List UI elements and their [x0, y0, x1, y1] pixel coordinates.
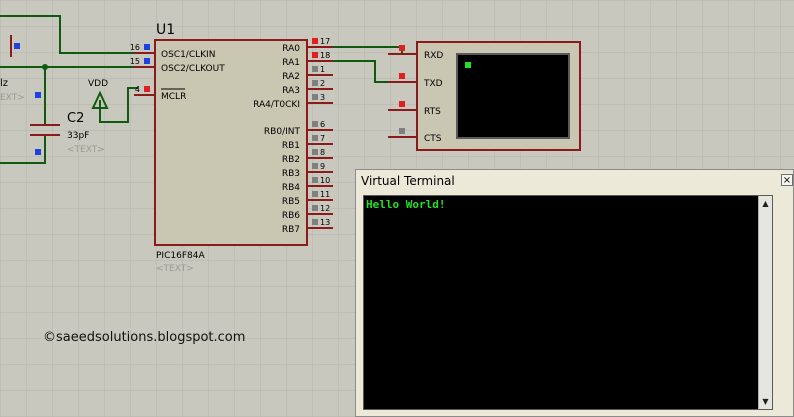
pin-number: 12 [320, 204, 330, 213]
pin-number: 16 [130, 43, 140, 52]
pin-state-marker [312, 191, 318, 197]
pin-name: RB7 [282, 225, 300, 235]
pin-state-marker [399, 101, 405, 107]
wire-junction [42, 64, 48, 70]
pin-marker [35, 92, 41, 98]
pin-number: 7 [320, 134, 325, 143]
pin-name: TXD [423, 79, 443, 89]
pin-name: RB0/INT [264, 127, 301, 137]
pin-number: 17 [320, 37, 330, 46]
capacitor-value: 33pF [67, 131, 89, 141]
mcu-part: PIC16F84A [156, 251, 205, 261]
pin-number: 18 [320, 51, 330, 60]
pin-state-marker [144, 86, 150, 92]
pin-name: RA2 [282, 72, 300, 82]
pin-number: 1 [320, 65, 325, 74]
pin-number: 4 [135, 85, 140, 94]
pin-state-marker [312, 135, 318, 141]
pin-state-marker [312, 38, 318, 44]
crystal-freq-fragment: lz [0, 78, 8, 89]
terminal-title: Virtual Terminal [361, 174, 455, 188]
vdd-label: VDD [88, 79, 108, 89]
pin-name: CTS [424, 134, 442, 144]
pin-state-marker [312, 219, 318, 225]
pin-state-marker [312, 163, 318, 169]
pin-marker [14, 43, 20, 49]
pin-marker [35, 149, 41, 155]
pin-name: RB4 [282, 183, 300, 193]
credit-text: ©saeedsolutions.blogspot.com [43, 330, 246, 345]
vertical-scrollbar[interactable]: ▲ ▼ [758, 196, 772, 409]
text-placeholder-fragment: EXT> [0, 93, 25, 103]
pin-name: OSC2/CLKOUT [161, 64, 225, 74]
pin-name: RB3 [282, 169, 300, 179]
pin-state-marker [399, 45, 405, 51]
pin-name: RXD [424, 51, 443, 61]
pin-state-marker [399, 73, 405, 79]
pin-state-marker [312, 52, 318, 58]
pin-name: RA0 [282, 44, 300, 54]
vt-component-screen [456, 53, 570, 139]
mcu-text-placeholder: <TEXT> [156, 264, 194, 274]
pin-name: RB1 [282, 141, 300, 151]
pin-name: OSC1/CLKIN [161, 50, 215, 60]
pin-name: MCLR [161, 92, 186, 102]
terminal-screen[interactable]: Hello World! ▲ ▼ [363, 195, 773, 410]
pin-state-marker [312, 80, 318, 86]
pin-number: 13 [320, 218, 330, 227]
pin-number: 11 [320, 190, 330, 199]
pin-state-marker [399, 128, 405, 134]
pin-state-marker [144, 44, 150, 50]
pin-number: 3 [320, 93, 325, 102]
pin-name: RTS [424, 107, 441, 117]
pin-name: RB2 [282, 155, 300, 165]
pin-name: RB6 [282, 211, 300, 221]
vt-cursor [465, 62, 471, 68]
mcu-ref: U1 [156, 22, 175, 38]
pin-name: RA4/T0CKI [253, 100, 300, 110]
pin-number: 6 [320, 120, 325, 129]
pin-name: RA3 [282, 86, 300, 96]
pin-state-marker [312, 149, 318, 155]
pin-number: 9 [320, 162, 325, 171]
pin-name: RA1 [282, 58, 300, 68]
terminal-output: Hello World! [366, 198, 446, 211]
pin-state-marker [312, 66, 318, 72]
capacitor-ref: C2 [67, 111, 84, 126]
pin-number: 8 [320, 148, 325, 157]
pin-state-marker [312, 94, 318, 100]
pin-name: RB5 [282, 197, 300, 207]
pin-state-marker [312, 177, 318, 183]
scroll-down-icon[interactable]: ▼ [760, 396, 771, 407]
pin-state-marker [312, 205, 318, 211]
pin-state-marker [312, 121, 318, 127]
scroll-up-icon[interactable]: ▲ [760, 198, 771, 209]
capacitor-text-placeholder: <TEXT> [67, 145, 105, 155]
virtual-terminal-window[interactable]: Virtual Terminal × Hello World! ▲ ▼ [355, 169, 794, 417]
pin-state-marker [144, 58, 150, 64]
pin-number: 2 [320, 79, 325, 88]
pin-number: 15 [130, 57, 140, 66]
pin-number: 10 [320, 176, 330, 185]
close-button[interactable]: × [781, 174, 793, 186]
